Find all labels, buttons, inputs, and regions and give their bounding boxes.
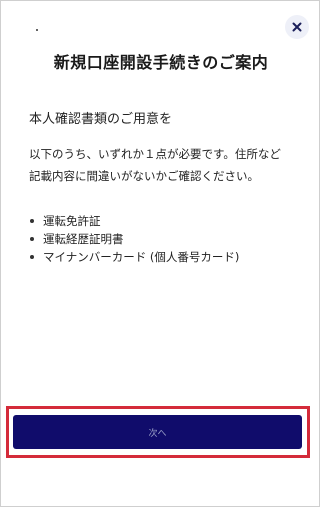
list-item: 運転免許証 [29, 212, 239, 230]
page-title: 新規口座開設手続きのご案内 [53, 53, 269, 72]
close-button[interactable] [285, 15, 309, 39]
modal-frame: 新規口座開設手続きのご案内 本人確認書類のご用意を 以下のうち、いずれか１点が必… [0, 0, 320, 507]
bullet-icon [30, 255, 34, 259]
instructions-text: 以下のうち、いずれか１点が必要です。住所など記載内容に間違いがないかご確認くださ… [29, 147, 281, 183]
next-button-label: 次へ [148, 428, 167, 439]
list-item: マイナンバーカード (個人番号カード) [29, 248, 239, 266]
list-item: 運転経歴証明書 [29, 230, 239, 248]
document-label: マイナンバーカード (個人番号カード) [43, 250, 240, 264]
next-button[interactable]: 次へ [13, 415, 302, 449]
bullet-icon [30, 237, 34, 241]
bullet-icon [30, 219, 34, 223]
document-label: 運転経歴証明書 [43, 232, 124, 246]
section-subtitle: 本人確認書類のご用意を [29, 112, 173, 127]
document-label: 運転免許証 [43, 214, 101, 228]
document-list: 運転免許証 運転経歴証明書 マイナンバーカード (個人番号カード) [29, 212, 239, 266]
status-dot [36, 29, 38, 31]
close-icon [292, 22, 302, 32]
